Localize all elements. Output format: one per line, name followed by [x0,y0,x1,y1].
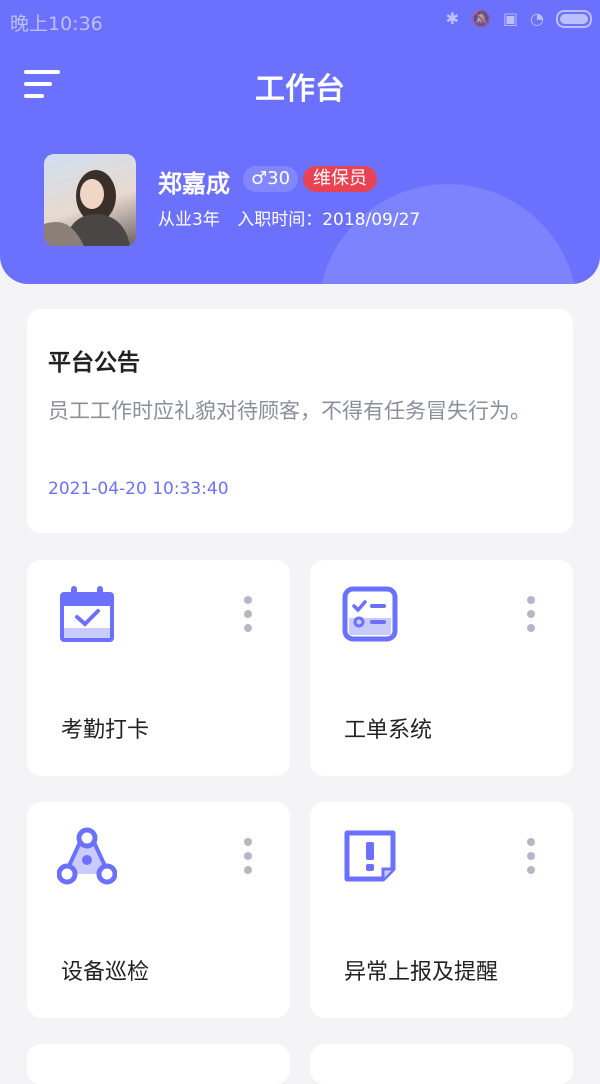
bluetooth-icon: ✱ [445,9,459,28]
battery-icon [556,10,592,28]
more-options-icon[interactable] [524,596,538,636]
checklist-icon [342,586,398,642]
user-name: 郑嘉成 [158,170,230,198]
avatar[interactable] [44,154,136,246]
user-meta: 从业3年 入职时间：2018/09/27 [158,205,420,230]
module-card-inspection[interactable]: 设备巡检 [27,802,290,1018]
module-label: 设备巡检 [61,960,150,985]
calendar-check-icon [60,586,114,642]
status-bar: 晚上10:36 ✱ 🔕 ▣ ◔ [0,0,600,40]
role-badge: 维保员 [303,166,377,192]
notice-card[interactable]: 平台公告 员工工作时应礼貌对待顾客，不得有任务冒失行为。 2021-04-20 … [27,309,573,533]
mute-icon: 🔕 [470,9,491,28]
gender-age-badge: ♂30 [243,166,299,192]
avatar-photo [44,170,130,246]
module-label: 工单系统 [344,718,433,743]
status-time: 晚上10:36 [10,13,103,35]
sim-icon: ▣ [502,9,519,28]
module-label: 考勤打卡 [61,718,150,743]
module-card-partial[interactable] [27,1044,290,1084]
notice-body: 员工工作时应礼貌对待顾客，不得有任务冒失行为。 [48,399,531,423]
wifi-icon: ◔ [530,9,544,28]
module-card-workorder[interactable]: 工单系统 [310,560,573,776]
more-options-icon[interactable] [241,596,255,636]
page-title: 工作台 [255,72,345,107]
module-card-attendance[interactable]: 考勤打卡 [27,560,290,776]
module-card-exception-report[interactable]: 异常上报及提醒 [310,802,573,1018]
notice-title: 平台公告 [48,350,140,376]
module-card-partial[interactable] [310,1044,573,1084]
experience-text: 从业3年 [158,210,220,230]
notice-time: 2021-04-20 10:33:40 [48,479,229,499]
hire-date-text: 入职时间：2018/09/27 [237,210,421,230]
module-label: 异常上报及提醒 [344,960,499,985]
header-decoration [318,184,578,284]
alert-box-icon [344,830,396,882]
more-options-icon[interactable] [524,838,538,878]
more-options-icon[interactable] [241,838,255,878]
header: 晚上10:36 ✱ 🔕 ▣ ◔ 工作台 郑嘉成 ♂30 维保员 从业3年 入职时… [0,0,600,284]
nodes-icon [57,827,117,885]
